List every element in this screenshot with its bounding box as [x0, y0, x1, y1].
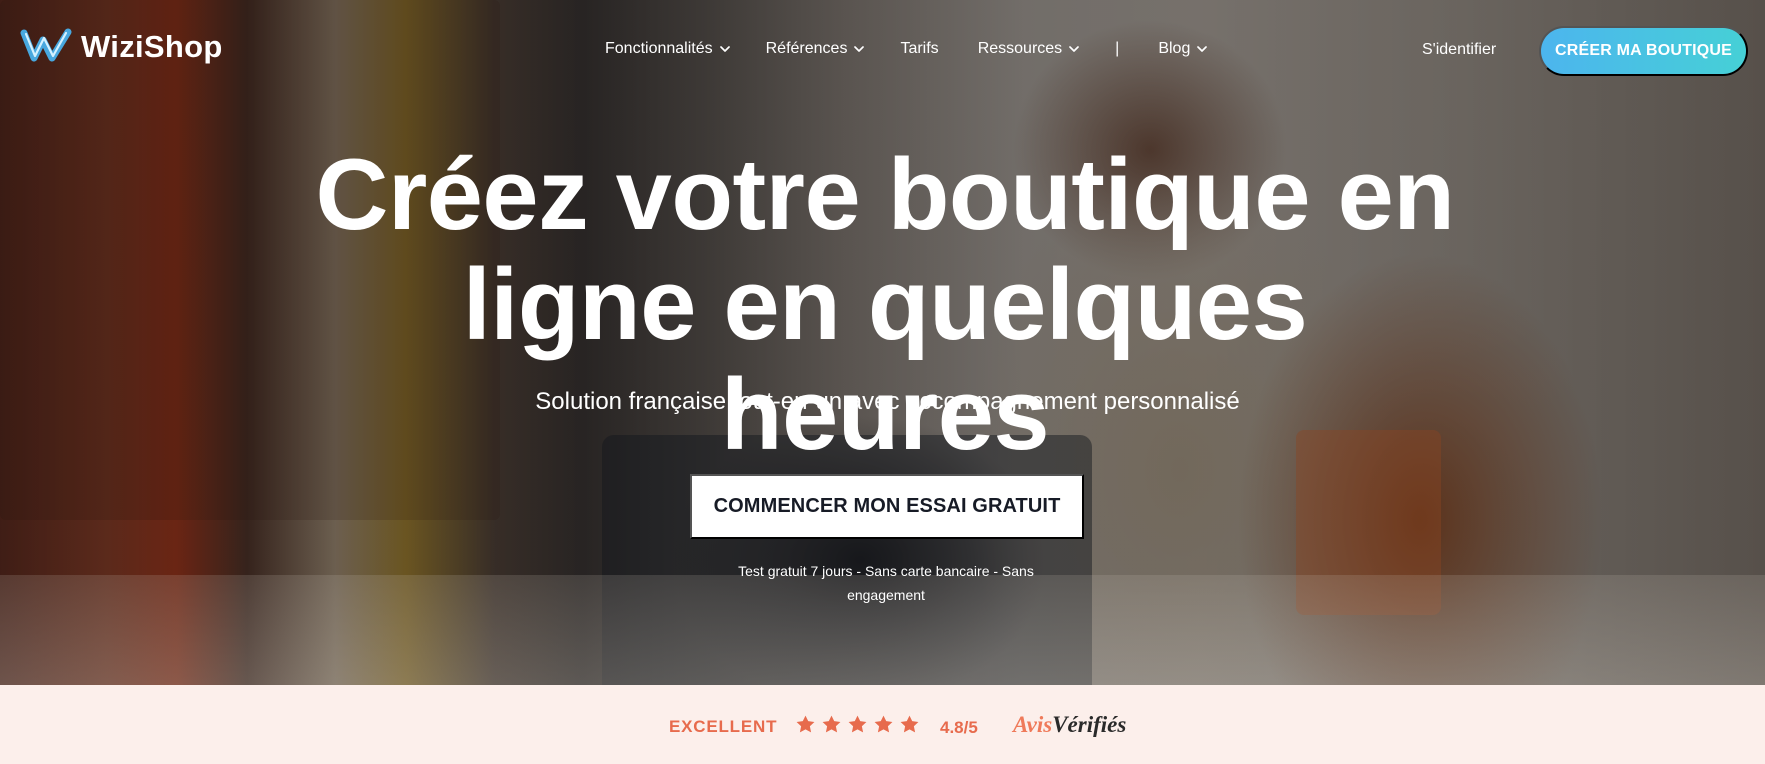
- nav-features-label: Fonctionnalités: [605, 40, 713, 57]
- star-icon: [796, 715, 815, 733]
- star-icon: [874, 715, 893, 733]
- wizishop-logo[interactable]: WiziShop: [20, 26, 223, 66]
- chevron-down-icon: [1197, 46, 1208, 52]
- verified-reviews-logo-part-2: Vérifiés: [1052, 712, 1127, 737]
- verified-reviews-logo-part-1: Avis: [1013, 712, 1053, 737]
- nav-divider: |: [1115, 40, 1120, 57]
- rating-stars: [795, 714, 920, 735]
- chevron-down-icon: [719, 46, 730, 52]
- nav-references[interactable]: Références: [766, 39, 865, 59]
- star-icon: [900, 715, 919, 733]
- verified-reviews-logo[interactable]: AvisVérifiés: [1013, 711, 1126, 739]
- top-navigation: WiziShop Fonctionnalités Références Tari…: [0, 0, 1765, 100]
- nav-blog-label: Blog: [1158, 40, 1191, 57]
- chevron-down-icon: [854, 46, 865, 52]
- wizishop-logo-icon: [20, 28, 72, 62]
- create-shop-button[interactable]: CRÉER MA BOUTIQUE: [1539, 26, 1748, 76]
- nav-pricing[interactable]: Tarifs: [900, 39, 938, 59]
- hero-title-line-2: ligne en quelques heures: [462, 249, 1308, 471]
- hero-title-line-1: Créez votre boutique en: [315, 139, 1455, 251]
- nav-features[interactable]: Fonctionnalités: [605, 39, 730, 59]
- chevron-down-icon: [1069, 46, 1080, 52]
- rating-label: EXCELLENT: [669, 717, 778, 736]
- nav-blog[interactable]: Blog: [1158, 39, 1208, 59]
- nav-resources[interactable]: Ressources: [977, 39, 1080, 59]
- trial-note-line-1: Test gratuit 7 jours - Sans carte bancai…: [738, 563, 1034, 579]
- hero-section: WiziShop Fonctionnalités Références Tari…: [0, 0, 1765, 685]
- nav-pricing-label: Tarifs: [900, 40, 939, 57]
- nav-resources-label: Ressources: [977, 40, 1063, 57]
- hero-title: Créez votre boutique en ligne en quelque…: [300, 140, 1470, 470]
- rating-score: 4.8/5: [940, 718, 978, 737]
- trial-note-line-2: engagement: [847, 587, 925, 603]
- start-free-trial-button[interactable]: COMMENCER MON ESSAI GRATUIT: [690, 474, 1084, 539]
- star-icon: [822, 715, 841, 733]
- brand-name: WiziShop: [81, 28, 223, 64]
- nav-references-label: Références: [765, 40, 848, 57]
- signin-link[interactable]: S'identifier: [1422, 40, 1496, 60]
- main-menu: Fonctionnalités Références Tarifs Ressou…: [605, 39, 1208, 59]
- star-icon: [848, 715, 867, 733]
- trial-note: Test gratuit 7 jours - Sans carte bancai…: [724, 559, 1048, 607]
- hero-subtitle: Solution française tout-en-un avec accom…: [535, 388, 1240, 415]
